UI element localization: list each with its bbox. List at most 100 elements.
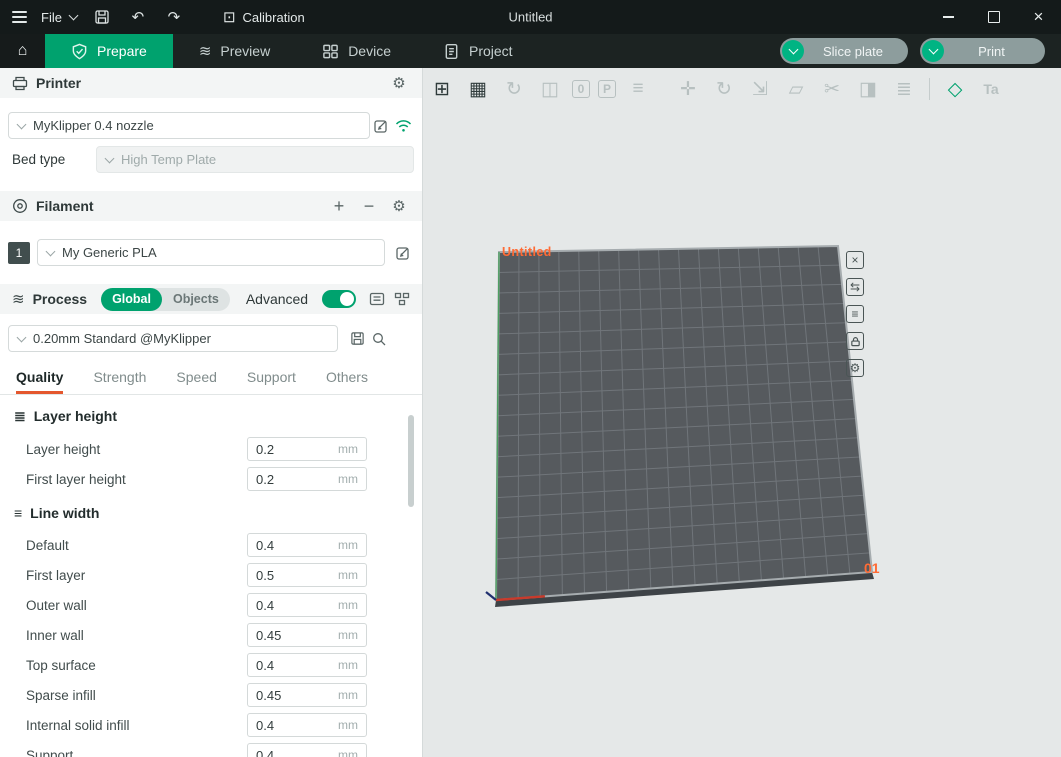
param-row: Support 0.4 mm (0, 740, 422, 757)
printer-preset-select[interactable]: MyKlipper 0.4 nozzle (8, 112, 370, 139)
home-tab[interactable]: ⌂ (0, 34, 45, 68)
param-input-first-layer-width[interactable]: 0.5 mm (247, 563, 367, 587)
process-section-title: Process (33, 291, 87, 307)
process-preset-select[interactable]: 0.20mm Standard @MyKlipper (8, 325, 338, 352)
param-value: 0.5 (256, 568, 338, 583)
delete-plate-icon[interactable]: × (846, 251, 864, 269)
param-label: Sparse infill (26, 688, 247, 703)
redo-button[interactable]: ↷ (163, 6, 185, 28)
param-input-top-surface-width[interactable]: 0.4 mm (247, 653, 367, 677)
printer-settings-gear-icon[interactable]: ⚙ (388, 72, 410, 94)
variable-layer-height-icon[interactable]: ≣ (890, 75, 918, 103)
assembly-view-icon[interactable]: ◇ (941, 75, 969, 103)
param-input-internal-solid-infill-width[interactable]: 0.4 mm (247, 713, 367, 737)
auto-orient-icon[interactable]: ↻ (500, 75, 528, 103)
group-layer-height: ≣ Layer height (0, 403, 422, 429)
param-input-layer-height[interactable]: 0.2 mm (247, 437, 367, 461)
file-menu[interactable]: File (41, 10, 77, 25)
edit-filament-icon[interactable] (392, 242, 414, 264)
minimize-button[interactable] (926, 0, 971, 34)
filament-section-header: Filament + − ⚙ (0, 191, 422, 221)
viewport-3d[interactable]: ⊞ ▦ ↻ ◫ 0 P ≡ ✛ ↻ ⇲ ▱ ✂ ◨ ≣ ◇ Ta Untitle… (423, 68, 1061, 757)
plate-actions: × ⇆ ≡ ⚙ (846, 251, 864, 377)
scale-icon[interactable]: ⇲ (746, 75, 774, 103)
param-unit: mm (338, 718, 358, 732)
orient-plate-icon[interactable]: ⇆ (846, 278, 864, 296)
list-view-icon[interactable]: ≡ (624, 75, 652, 103)
edit-printer-icon[interactable] (370, 115, 392, 137)
remove-filament-icon[interactable]: − (358, 195, 380, 217)
lock-plate-icon[interactable] (846, 332, 864, 350)
object-list-icon[interactable] (393, 288, 410, 310)
lock-icon (850, 336, 861, 347)
param-input-inner-wall-width[interactable]: 0.45 mm (247, 623, 367, 647)
add-filament-icon[interactable]: + (328, 195, 350, 217)
bed-type-row: Bed type High Temp Plate (0, 146, 422, 173)
print-button[interactable]: Print (920, 38, 1045, 64)
close-button[interactable]: × (1016, 0, 1061, 34)
slice-plate-button[interactable]: Slice plate (780, 38, 908, 64)
print-options-dropdown[interactable] (922, 40, 944, 62)
search-icon[interactable] (368, 328, 390, 350)
plate-label-badge[interactable]: P (598, 80, 616, 98)
tab-speed[interactable]: Speed (176, 369, 216, 394)
param-label: Outer wall (26, 598, 247, 613)
tab-device[interactable]: Device (296, 34, 417, 68)
arrange-icon[interactable]: ▦ (464, 75, 492, 103)
param-input-outer-wall-width[interactable]: 0.4 mm (247, 593, 367, 617)
tab-quality[interactable]: Quality (16, 369, 63, 394)
save-preset-icon[interactable] (346, 328, 368, 350)
param-row: Layer height 0.2 mm (0, 434, 422, 464)
scope-global-toggle[interactable]: Global (101, 288, 162, 311)
add-plate-icon[interactable]: ⊞ (428, 75, 456, 103)
calibration-button[interactable]: ⊡ Calibration (223, 8, 305, 26)
rename-plate-icon[interactable]: ≡ (846, 305, 864, 323)
cut-icon[interactable]: ✂ (818, 75, 846, 103)
split-icon[interactable]: ◨ (854, 75, 882, 103)
param-row: First layer 0.5 mm (0, 560, 422, 590)
maximize-button[interactable] (971, 0, 1016, 34)
save-button[interactable] (91, 6, 113, 28)
slice-plate-label: Slice plate (812, 44, 908, 59)
param-input-support-width[interactable]: 0.4 mm (247, 743, 367, 757)
plate-settings-icon[interactable]: ⚙ (846, 359, 864, 377)
tab-strength[interactable]: Strength (93, 369, 146, 394)
chevron-down-icon (105, 153, 115, 163)
param-unit: mm (338, 568, 358, 582)
tab-label: Device (348, 43, 391, 59)
param-input-sparse-infill-width[interactable]: 0.45 mm (247, 683, 367, 707)
print-label: Print (952, 44, 1045, 59)
filament-settings-gear-icon[interactable]: ⚙ (388, 195, 410, 217)
bed-type-label: Bed type (8, 152, 96, 167)
sidebar-scrollbar[interactable] (408, 415, 414, 507)
tab-others[interactable]: Others (326, 369, 368, 394)
save-icon (94, 9, 110, 25)
tab-support[interactable]: Support (247, 369, 296, 394)
param-row: Outer wall 0.4 mm (0, 590, 422, 620)
menu-icon[interactable] (12, 11, 27, 23)
undo-button[interactable]: ↶ (127, 6, 149, 28)
group-title: Layer height (34, 408, 117, 424)
text-tool-icon[interactable]: Ta (977, 75, 1005, 103)
slice-options-dropdown[interactable] (782, 40, 804, 62)
tab-prepare[interactable]: Prepare (45, 34, 173, 68)
tab-preview[interactable]: ≋ Preview (173, 34, 296, 68)
file-menu-label: File (41, 10, 62, 25)
objects-count-badge[interactable]: 0 (572, 80, 590, 98)
param-input-first-layer-height[interactable]: 0.2 mm (247, 467, 367, 491)
preview-icon: ≋ (199, 42, 212, 60)
advanced-toggle[interactable] (322, 290, 356, 308)
build-plate[interactable] (423, 68, 1061, 757)
param-input-default-width[interactable]: 0.4 mm (247, 533, 367, 557)
scope-objects-toggle[interactable]: Objects (162, 288, 230, 311)
rotate-icon[interactable]: ↻ (710, 75, 738, 103)
wifi-connection-icon[interactable] (392, 115, 414, 137)
bed-type-select[interactable]: High Temp Plate (96, 146, 414, 173)
flatten-icon[interactable]: ▱ (782, 75, 810, 103)
filament-preset-select[interactable]: My Generic PLA (37, 239, 385, 266)
duplicate-plate-icon[interactable]: ◫ (536, 75, 564, 103)
preset-list-icon[interactable] (368, 288, 385, 310)
tab-project[interactable]: Project (417, 34, 539, 68)
filament-slot-badge[interactable]: 1 (8, 242, 30, 264)
move-icon[interactable]: ✛ (674, 75, 702, 103)
